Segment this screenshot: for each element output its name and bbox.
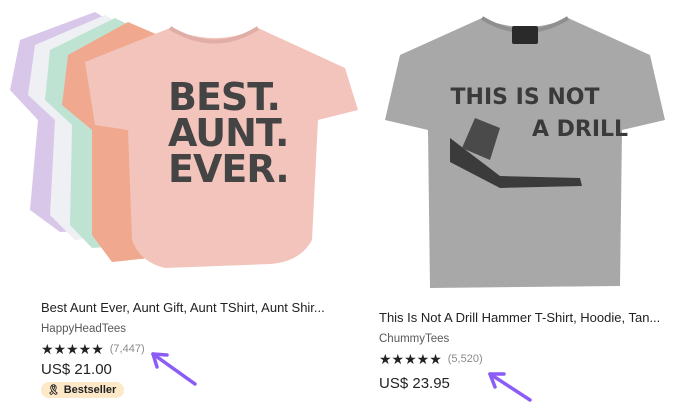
product-title[interactable]: Best Aunt Ever, Aunt Gift, Aunt TShirt, … [41, 300, 361, 315]
rating-row: ★★★★★ (5,520) [379, 352, 483, 366]
price: US$ 23.95 [379, 375, 450, 392]
rating-row: ★★★★★ (7,447) [41, 342, 145, 356]
star-rating-icons: ★★★★★ [379, 351, 442, 367]
shirt-print-line-3: EVER. [168, 147, 289, 191]
shirt-print-line-1: THIS IS NOT [451, 85, 600, 110]
product-card-best-aunt[interactable]: BEST. AUNT. EVER. Best Aunt Ever, Aunt G… [0, 0, 372, 408]
annotation-arrow-icon [151, 352, 197, 386]
review-count: (5,520) [447, 353, 483, 365]
product-card-not-a-drill[interactable]: THIS IS NOT A DRILL This Is Not A Drill … [376, 0, 680, 408]
review-count: (7,447) [109, 343, 145, 355]
product-image-not-a-drill[interactable]: THIS IS NOT A DRILL [380, 0, 670, 296]
tshirt-stack-illustration: BEST. AUNT. EVER. [10, 12, 358, 268]
shop-name[interactable]: HappyHeadTees [41, 323, 126, 335]
bestseller-badge: 🎗 Bestseller [41, 382, 125, 398]
annotation-arrow-icon [488, 372, 532, 402]
product-image-best-aunt[interactable]: BEST. AUNT. EVER. [0, 0, 372, 288]
star-rating-icons: ★★★★★ [41, 341, 104, 357]
shirt-print-line-2: A DRILL [532, 117, 628, 142]
price: US$ 21.00 [41, 361, 112, 378]
product-title[interactable]: This Is Not A Drill Hammer T-Shirt, Hood… [379, 310, 679, 325]
tshirt-gray-illustration: THIS IS NOT A DRILL [385, 16, 665, 288]
ribbon-icon: 🎗 [47, 384, 60, 396]
badge-label: Bestseller [63, 384, 117, 396]
shop-name[interactable]: ChummyTees [379, 333, 449, 345]
